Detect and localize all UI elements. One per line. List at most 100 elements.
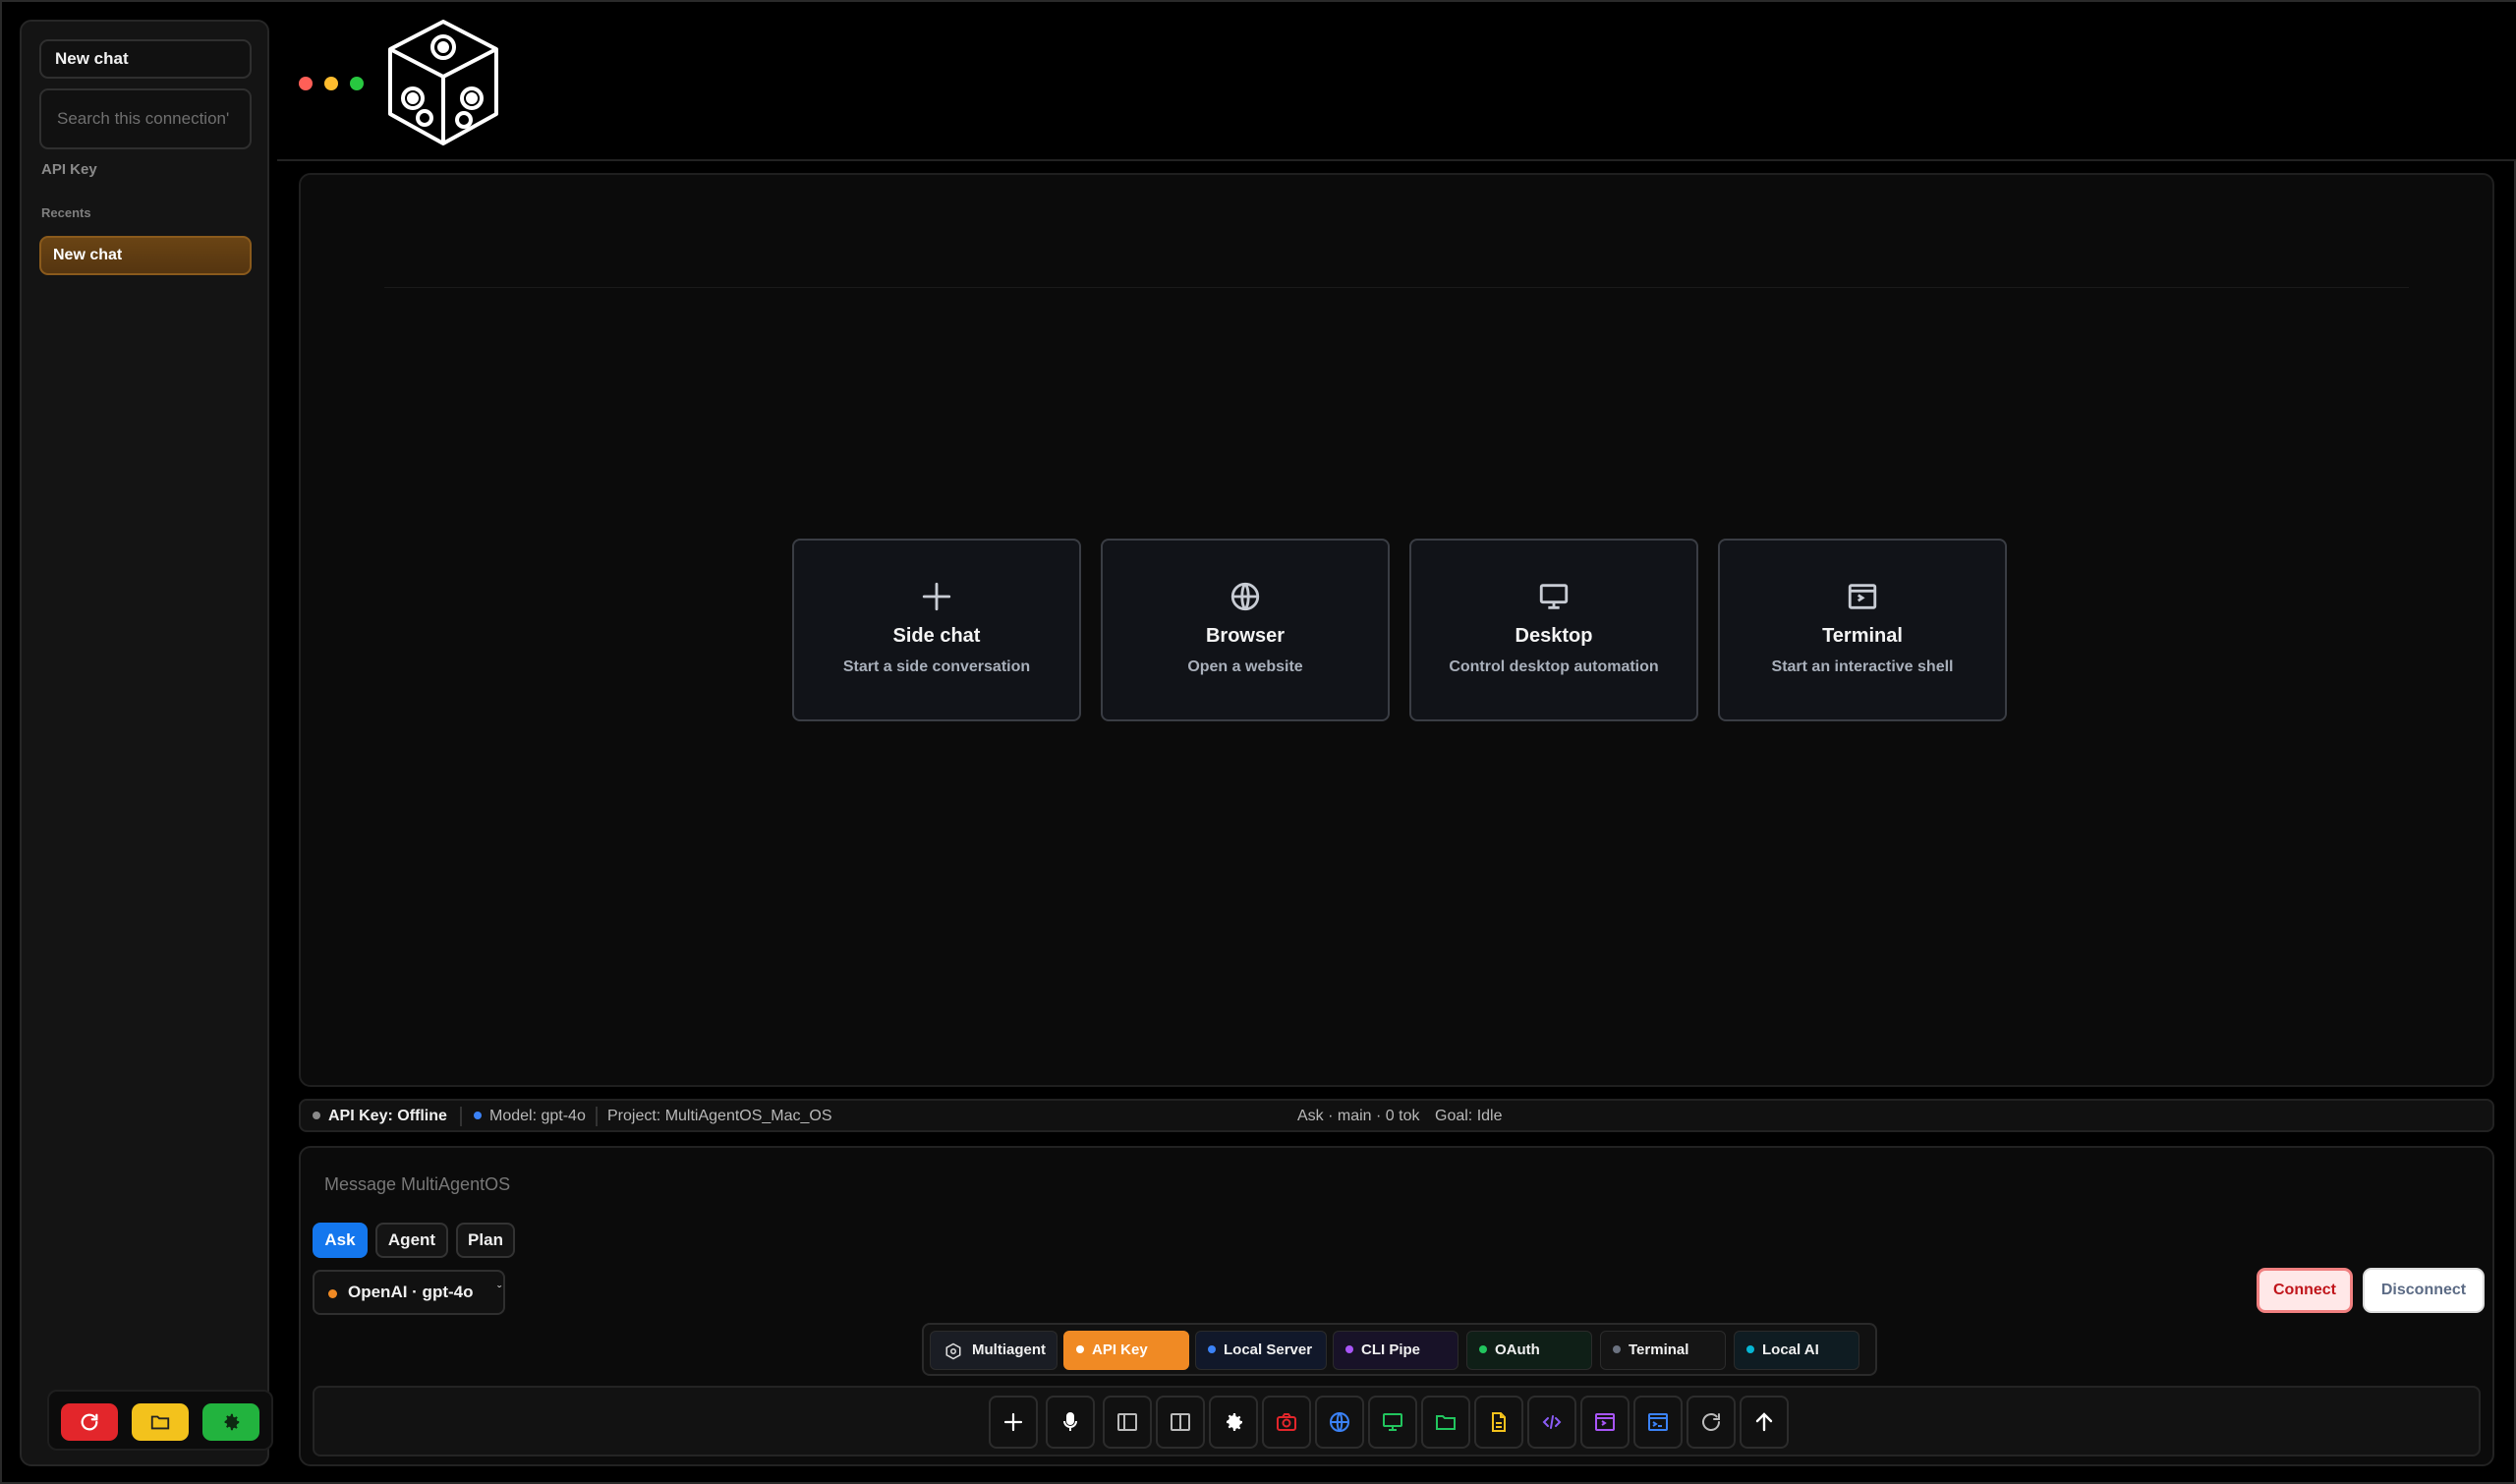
disconnect-button[interactable]: Disconnect <box>2363 1268 2485 1313</box>
connection-tab-cli-pipe[interactable]: CLI Pipe <box>1333 1331 1458 1370</box>
card-subtitle: Start an interactive shell <box>1771 658 1954 675</box>
card-title: Desktop <box>1515 625 1593 647</box>
console-tool-button[interactable] <box>1633 1396 1683 1449</box>
separator <box>596 1107 598 1126</box>
search-input[interactable] <box>39 88 252 149</box>
mode-agent-button[interactable]: Agent <box>375 1223 448 1258</box>
connection-status: API Key: Offline <box>313 1108 447 1125</box>
mode-plan-button[interactable]: Plan <box>456 1223 515 1258</box>
session-info: Ask · main · 0 tok <box>1297 1108 1420 1124</box>
connection-dot <box>1208 1345 1216 1354</box>
terminal-card[interactable]: Terminal Start an interactive shell <box>1718 539 2007 721</box>
recent-chat-item[interactable]: New chat <box>39 236 252 275</box>
gear-icon <box>1227 1413 1242 1431</box>
terminal-tool-button[interactable] <box>1580 1396 1630 1449</box>
terminal-icon <box>1848 584 1877 609</box>
status-dot <box>474 1111 482 1119</box>
terminal-icon <box>1595 1413 1615 1431</box>
card-title: Side chat <box>892 625 981 647</box>
code-tool-button[interactable] <box>1527 1396 1576 1449</box>
connection-tab-oauth[interactable]: OAuth <box>1466 1331 1592 1370</box>
desktop-tool-button[interactable] <box>1368 1396 1417 1449</box>
workspace-canvas: Side chat Start a side conversation Brow… <box>299 173 2494 1087</box>
connection-label: API Key <box>41 161 97 178</box>
model-status: Model: gpt-4o <box>474 1108 586 1125</box>
microphone-icon <box>1063 1412 1077 1431</box>
connection-tab-multiagent[interactable]: Multiagent <box>930 1331 1058 1370</box>
split-left-icon <box>1117 1413 1137 1431</box>
files-tool-button[interactable] <box>1421 1396 1470 1449</box>
connection-switcher: Multiagent API Key Local Server CLI Pipe… <box>922 1323 1877 1376</box>
provider-dot <box>328 1289 337 1298</box>
goal-status: Goal: Idle <box>1435 1108 1503 1124</box>
refresh-icon <box>1702 1413 1720 1431</box>
card-subtitle: Open a website <box>1187 658 1303 675</box>
code-icon <box>1542 1415 1562 1429</box>
separator <box>460 1107 462 1126</box>
composer: Ask Agent Plan OpenAI · gpt-4o ˇ Connect… <box>299 1146 2494 1466</box>
settings-button[interactable] <box>202 1403 259 1441</box>
divider <box>384 287 2409 288</box>
close-window-button[interactable] <box>299 77 313 90</box>
gear-icon <box>224 1413 240 1431</box>
split-left-button[interactable] <box>1103 1396 1152 1449</box>
camera-icon <box>1277 1413 1296 1431</box>
model-selector[interactable]: OpenAI · gpt-4o ˇ <box>313 1270 505 1315</box>
side-chat-card[interactable]: Side chat Start a side conversation <box>792 539 1081 721</box>
mode-ask-button[interactable]: Ask <box>313 1223 368 1258</box>
add-button[interactable] <box>989 1396 1038 1449</box>
folder-icon <box>150 1415 170 1430</box>
connection-dot <box>1613 1345 1621 1354</box>
app-logo-icon <box>388 20 498 145</box>
arrow-up-icon <box>1755 1412 1773 1432</box>
recents-heading: Recents <box>41 205 91 220</box>
status-bar: API Key: Offline Model: gpt-4o Project: … <box>299 1099 2494 1132</box>
plus-icon <box>1003 1412 1023 1432</box>
card-title: Browser <box>1205 625 1286 647</box>
model-selector-label: OpenAI · gpt-4o <box>348 1283 474 1301</box>
globe-icon <box>1330 1412 1349 1432</box>
refresh-button[interactable] <box>61 1403 118 1441</box>
microphone-button[interactable] <box>1046 1396 1095 1449</box>
sidebar: New chat API Key Recents New chat <box>20 20 273 1466</box>
connection-dot <box>1345 1345 1353 1354</box>
quick-actions: Side chat Start a side conversation Brow… <box>792 539 2011 725</box>
multiagent-icon <box>945 1342 961 1360</box>
browser-tool-button[interactable] <box>1315 1396 1364 1449</box>
card-title: Terminal <box>1822 625 1903 647</box>
monitor-icon <box>1383 1413 1402 1431</box>
monitor-icon <box>1539 584 1569 609</box>
folder-icon <box>1436 1415 1456 1430</box>
folder-button[interactable] <box>132 1403 189 1441</box>
sidebar-actions <box>47 1390 273 1451</box>
connection-tab-api-key[interactable]: API Key <box>1063 1331 1189 1370</box>
connect-button[interactable]: Connect <box>2257 1268 2353 1313</box>
plus-icon <box>922 582 951 611</box>
desktop-card[interactable]: Desktop Control desktop automation <box>1409 539 1698 721</box>
card-subtitle: Start a side conversation <box>842 658 1031 675</box>
connection-dot <box>1479 1345 1487 1354</box>
minimize-window-button[interactable] <box>324 77 338 90</box>
send-button[interactable] <box>1740 1396 1789 1449</box>
message-input[interactable] <box>324 1168 1700 1201</box>
connection-tab-local-ai[interactable]: Local AI <box>1734 1331 1859 1370</box>
status-dot <box>313 1111 320 1119</box>
project-status: Project: MultiAgentOS_Mac_OS <box>607 1108 832 1124</box>
maximize-window-button[interactable] <box>350 77 364 90</box>
globe-icon <box>1230 582 1260 611</box>
new-chat-button[interactable]: New chat <box>39 39 252 79</box>
document-tool-button[interactable] <box>1474 1396 1523 1449</box>
chevron-down-icon: ˇ <box>497 1284 501 1297</box>
browser-card[interactable]: Browser Open a website <box>1101 539 1390 721</box>
reload-tool-button[interactable] <box>1687 1396 1736 1449</box>
split-right-button[interactable] <box>1156 1396 1205 1449</box>
connection-dot <box>1746 1345 1754 1354</box>
connection-tab-terminal[interactable]: Terminal <box>1600 1331 1726 1370</box>
settings-tool-button[interactable] <box>1209 1396 1258 1449</box>
refresh-icon <box>81 1413 98 1431</box>
connection-tab-local-server[interactable]: Local Server <box>1195 1331 1327 1370</box>
console-icon <box>1648 1413 1668 1431</box>
card-subtitle: Control desktop automation <box>1449 658 1659 675</box>
screenshot-button[interactable] <box>1262 1396 1311 1449</box>
connection-dot <box>1076 1345 1084 1354</box>
